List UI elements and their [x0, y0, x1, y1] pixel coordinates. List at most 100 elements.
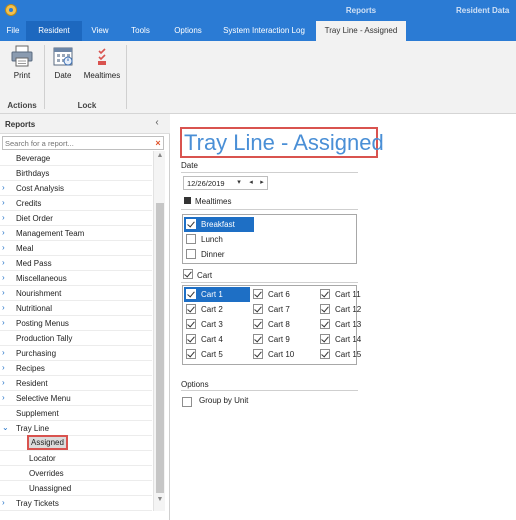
- cart-item[interactable]: Cart 4: [184, 332, 250, 347]
- report-tree-child-item[interactable]: Locator: [0, 451, 152, 466]
- report-tree-child-item[interactable]: Assigned: [0, 435, 152, 451]
- report-tree-item[interactable]: › Credits: [0, 196, 152, 211]
- mealtime-item-lunch[interactable]: Lunch: [184, 232, 254, 247]
- cart-toggle-checkbox[interactable]: [183, 269, 193, 279]
- expand-chevron-icon[interactable]: ›: [2, 274, 10, 282]
- cart-checkbox[interactable]: [253, 334, 263, 344]
- cart-item[interactable]: Cart 2: [184, 302, 250, 317]
- cart-checkbox[interactable]: [186, 289, 196, 299]
- tab-tray-line-assigned[interactable]: Tray Line - Assigned: [316, 21, 406, 41]
- expand-chevron-icon[interactable]: ›: [2, 289, 10, 297]
- report-tree-item[interactable]: › Selective Menu: [0, 391, 152, 406]
- expand-chevron-icon[interactable]: ›: [2, 304, 10, 312]
- mealtime-item-dinner[interactable]: Dinner: [184, 247, 254, 262]
- cart-item[interactable]: Cart 6: [251, 287, 317, 302]
- cart-checkbox[interactable]: [320, 334, 330, 344]
- mealtime-checkbox[interactable]: [186, 234, 196, 244]
- report-tree-item[interactable]: › Nourishment: [0, 286, 152, 301]
- cart-item[interactable]: Cart 5: [184, 347, 250, 362]
- cart-item[interactable]: Cart 7: [251, 302, 317, 317]
- tab-view[interactable]: View: [82, 21, 118, 41]
- report-tree-child-item[interactable]: Unassigned: [0, 481, 152, 496]
- report-tree-item[interactable]: Birthdays: [0, 166, 152, 181]
- report-tree-item[interactable]: › Resident: [0, 376, 152, 391]
- cart-item[interactable]: Cart 8: [251, 317, 317, 332]
- cart-checkbox[interactable]: [186, 304, 196, 314]
- expand-chevron-icon[interactable]: ›: [2, 244, 10, 252]
- tab-tools[interactable]: Tools: [118, 21, 163, 41]
- report-tree-item[interactable]: Supplement: [0, 406, 152, 421]
- mealtimes-toggle[interactable]: [184, 197, 191, 204]
- mealtime-checkbox[interactable]: [186, 249, 196, 259]
- cart-item[interactable]: Cart 10: [251, 347, 317, 362]
- scroll-up-icon[interactable]: ▲: [154, 151, 166, 161]
- cart-item[interactable]: Cart 15: [318, 347, 384, 362]
- tab-system-interaction-log[interactable]: System Interaction Log: [213, 21, 315, 41]
- expand-chevron-icon[interactable]: ›: [2, 379, 10, 387]
- cart-item[interactable]: Cart 1: [184, 287, 250, 302]
- expand-chevron-icon[interactable]: ›: [2, 229, 10, 237]
- expand-chevron-icon[interactable]: ›: [2, 319, 10, 327]
- expand-chevron-icon[interactable]: ›: [2, 214, 10, 222]
- expand-chevron-icon[interactable]: ›: [2, 349, 10, 357]
- cart-checkbox[interactable]: [186, 319, 196, 329]
- mealtime-checkbox[interactable]: [186, 219, 196, 229]
- lock-date-button[interactable]: Date: [50, 45, 76, 80]
- next-date-icon[interactable]: ▸: [257, 177, 267, 189]
- collapse-panel-icon[interactable]: ‹: [151, 117, 163, 129]
- report-tree-item[interactable]: › Med Pass: [0, 256, 152, 271]
- expand-chevron-icon[interactable]: ›: [2, 199, 10, 207]
- report-tree-item[interactable]: › Management Team: [0, 226, 152, 241]
- cart-checkbox[interactable]: [320, 289, 330, 299]
- cart-item[interactable]: Cart 3: [184, 317, 250, 332]
- report-tree-item[interactable]: › Tray Tickets: [0, 496, 152, 511]
- expand-chevron-icon[interactable]: ›: [2, 259, 10, 267]
- report-tree-scrollbar[interactable]: ▲ ▼: [153, 151, 165, 511]
- scrollbar-thumb[interactable]: [156, 203, 164, 493]
- cart-checkbox[interactable]: [320, 349, 330, 359]
- date-dropdown-icon[interactable]: ▾: [234, 177, 244, 189]
- report-tree-item[interactable]: Beverage: [0, 151, 152, 166]
- report-tree-item[interactable]: › Purchasing: [0, 346, 152, 361]
- report-tree-item[interactable]: › Nutritional: [0, 301, 152, 316]
- tab-options[interactable]: Options: [163, 21, 213, 41]
- previous-date-icon[interactable]: ◂: [246, 177, 256, 189]
- mealtime-item-breakfast[interactable]: Breakfast: [184, 217, 254, 232]
- cart-checkbox[interactable]: [186, 349, 196, 359]
- cart-checkbox[interactable]: [253, 319, 263, 329]
- report-tree-item[interactable]: › Miscellaneous: [0, 271, 152, 286]
- report-tree-item[interactable]: ⌄ Tray Line: [0, 421, 152, 436]
- expand-chevron-icon[interactable]: ›: [2, 184, 10, 192]
- cart-checkbox[interactable]: [253, 304, 263, 314]
- report-tree-item[interactable]: › Diet Order: [0, 211, 152, 226]
- tab-resident[interactable]: Resident: [26, 21, 82, 41]
- clear-search-icon[interactable]: ×: [153, 137, 163, 149]
- cart-checkbox[interactable]: [320, 319, 330, 329]
- scroll-down-icon[interactable]: ▼: [154, 495, 166, 505]
- date-input[interactable]: [187, 178, 233, 189]
- cart-checkbox[interactable]: [253, 349, 263, 359]
- expand-chevron-icon[interactable]: ⌄: [2, 424, 10, 432]
- report-tree-item[interactable]: › Meal: [0, 241, 152, 256]
- report-tree-item[interactable]: › Cost Analysis: [0, 181, 152, 196]
- expand-chevron-icon[interactable]: ›: [2, 364, 10, 372]
- cart-item[interactable]: Cart 12: [318, 302, 384, 317]
- expand-chevron-icon[interactable]: ›: [2, 499, 10, 507]
- cart-item[interactable]: Cart 14: [318, 332, 384, 347]
- cart-item[interactable]: Cart 11: [318, 287, 384, 302]
- report-tree-item[interactable]: › Posting Menus: [0, 316, 152, 331]
- report-search-input[interactable]: [5, 137, 145, 149]
- tab-file[interactable]: File: [0, 21, 26, 41]
- cart-item[interactable]: Cart 9: [251, 332, 317, 347]
- lock-mealtimes-button[interactable]: Mealtimes: [82, 45, 122, 80]
- group-by-unit-checkbox[interactable]: [182, 397, 192, 407]
- report-tree-item[interactable]: Production Tally: [0, 331, 152, 346]
- cart-item[interactable]: Cart 13: [318, 317, 384, 332]
- cart-checkbox[interactable]: [253, 289, 263, 299]
- expand-chevron-icon[interactable]: ›: [2, 394, 10, 402]
- print-button[interactable]: Print: [5, 45, 39, 80]
- report-tree-child-item[interactable]: Overrides: [0, 466, 152, 481]
- cart-checkbox[interactable]: [186, 334, 196, 344]
- report-tree-item[interactable]: › Recipes: [0, 361, 152, 376]
- cart-checkbox[interactable]: [320, 304, 330, 314]
